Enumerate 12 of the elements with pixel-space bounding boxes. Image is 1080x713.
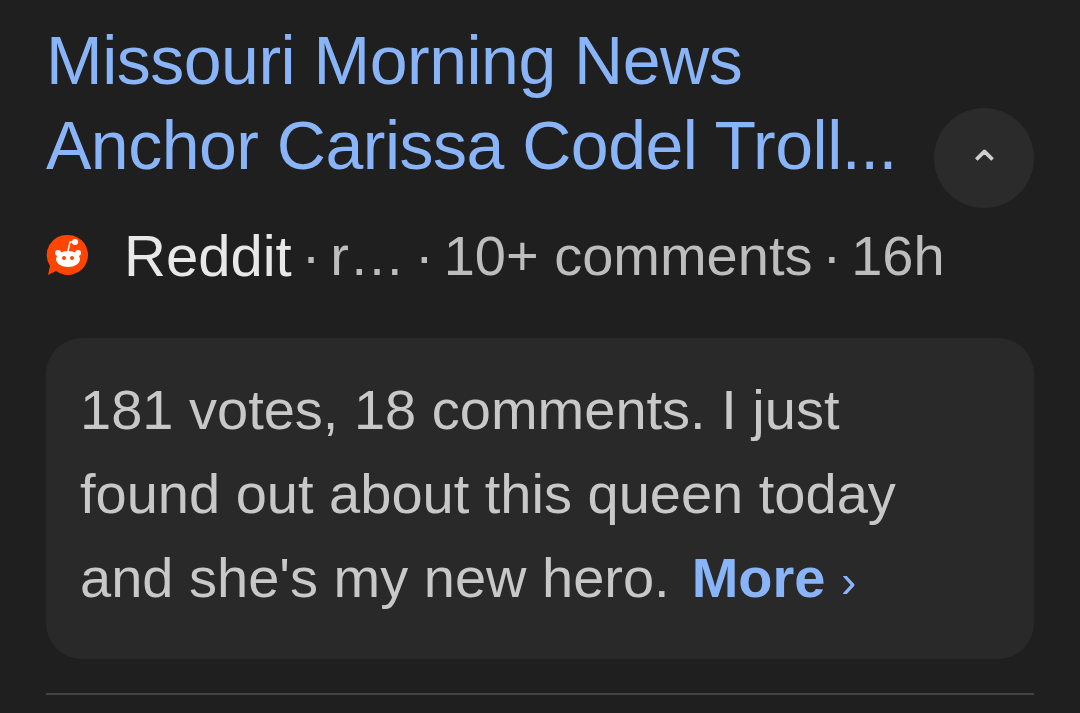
meta-text: r… [330, 222, 405, 288]
source-name: Reddit [124, 221, 292, 289]
result-title-link[interactable]: Missouri Morning News Anchor Carissa Codel Troll... [46, 18, 897, 188]
meta-text: 10+ comments [443, 222, 813, 288]
alien-logo-icon [46, 233, 90, 277]
snippet-text: 181 votes, 18 comments. I just found out about this queen today and she's my new hero. More › [80, 377, 897, 611]
more-link[interactable]: More › [691, 546, 857, 609]
separator-dot: · [301, 222, 321, 288]
separator-dot: · [414, 222, 434, 288]
separator-dot: · [822, 222, 842, 288]
meta-text: 16h [851, 222, 945, 288]
collapse-button[interactable]: ⌃ [934, 108, 1034, 208]
